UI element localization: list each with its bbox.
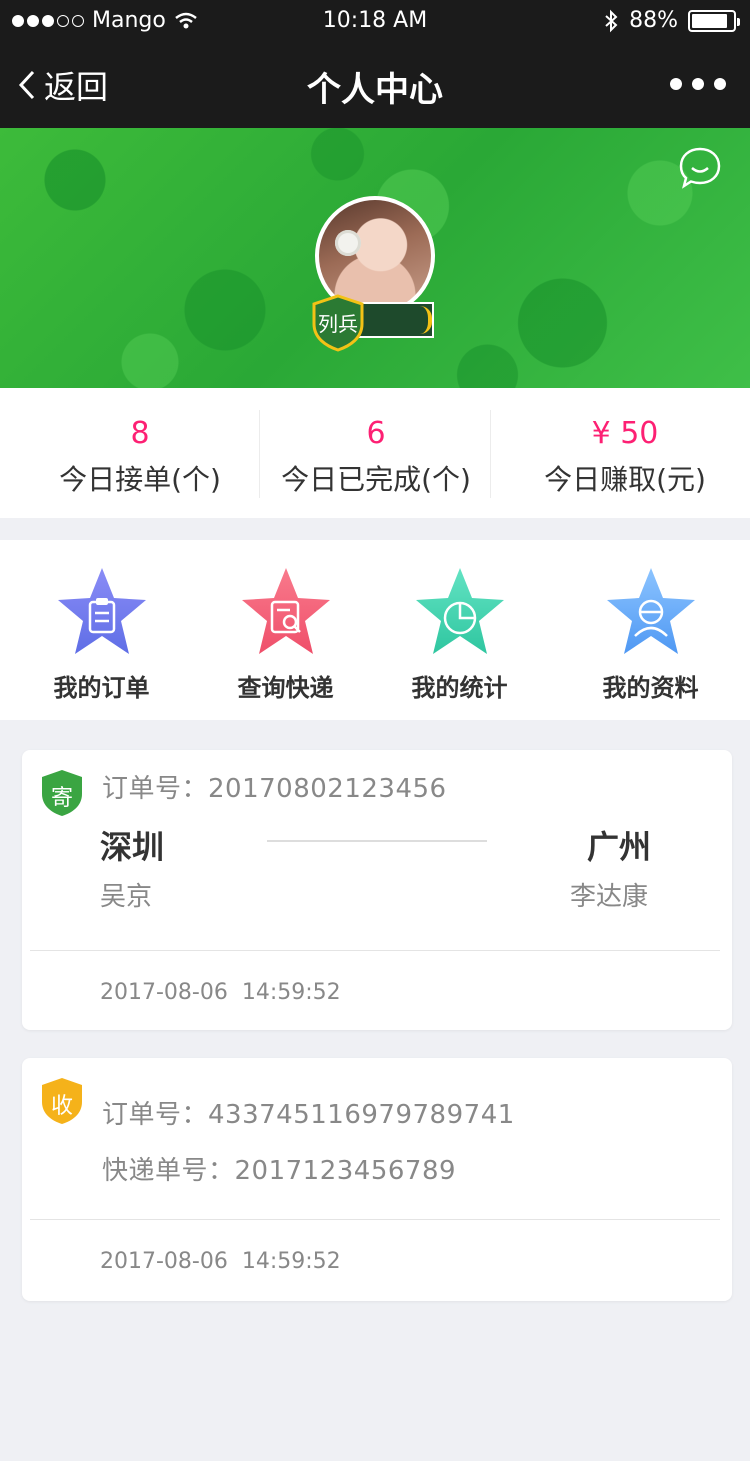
divider bbox=[490, 410, 491, 498]
page-title: 个人中心 bbox=[307, 70, 443, 110]
express-number-row: 快递单号：2017123456789 bbox=[102, 1150, 456, 1187]
order-number: 20170802123456 bbox=[208, 774, 447, 804]
express-number: 2017123456789 bbox=[234, 1156, 457, 1186]
timestamp: 2017-08-06 14:59:52 bbox=[100, 1249, 341, 1274]
more-dot bbox=[714, 78, 726, 90]
nav-bar: 返回 个人中心 bbox=[0, 42, 750, 128]
battery-percent: 88% bbox=[629, 8, 678, 33]
express-label: 快递单号： bbox=[102, 1156, 235, 1186]
menu-item-my-stats[interactable]: 我的统计 bbox=[366, 540, 553, 720]
more-button[interactable] bbox=[670, 78, 726, 90]
menu-grid: 我的订单 查询快递 我的统计 我的资料 bbox=[0, 540, 750, 720]
stat-label: 今日接单(个) bbox=[59, 463, 221, 496]
order-number-row: 订单号：20170802123456 bbox=[102, 768, 447, 805]
order-number: 433745116979789741 bbox=[208, 1100, 515, 1130]
badge-receive: 收 bbox=[40, 1076, 84, 1130]
more-dot bbox=[670, 78, 682, 90]
to-city: 广州 bbox=[587, 828, 652, 866]
stat-completed-today: 6 今日已完成(个) bbox=[256, 388, 496, 518]
order-label: 订单号： bbox=[102, 774, 209, 804]
status-right: 88% bbox=[603, 8, 740, 33]
date: 2017-08-06 bbox=[100, 1249, 228, 1274]
menu-item-my-orders[interactable]: 我的订单 bbox=[8, 540, 195, 720]
menu-label: 我的资料 bbox=[602, 674, 699, 702]
stat-orders-today: 8 今日接单(个) bbox=[20, 388, 260, 518]
search-document-icon bbox=[242, 568, 330, 654]
from-city: 深圳 bbox=[100, 828, 165, 866]
from-person: 吴京 bbox=[100, 882, 153, 912]
route-line bbox=[267, 840, 487, 842]
timestamp: 2017-08-06 14:59:52 bbox=[100, 980, 341, 1005]
stats-panel: 8 今日接单(个) 6 今日已完成(个) ¥ 50 今日赚取(元) bbox=[0, 388, 750, 518]
time: 14:59:52 bbox=[241, 1249, 341, 1274]
order-number-row: 订单号：433745116979789741 bbox=[102, 1094, 515, 1131]
battery-icon bbox=[688, 9, 740, 32]
stat-value: 6 bbox=[366, 416, 386, 451]
top-bar: Mango 10:18 AM 88% 返回 个人中心 bbox=[0, 0, 750, 128]
profile-hero: 列兵 bbox=[0, 128, 750, 388]
status-bar: Mango 10:18 AM 88% bbox=[0, 0, 750, 42]
more-dot bbox=[692, 78, 704, 90]
menu-item-my-profile[interactable]: 我的资料 bbox=[557, 540, 744, 720]
menu-label: 我的订单 bbox=[53, 674, 150, 702]
bluetooth-icon bbox=[605, 9, 618, 32]
rank-badge: 列兵 bbox=[310, 294, 436, 352]
stat-earned-today: ¥ 50 今日赚取(元) bbox=[505, 388, 745, 518]
menu-label: 我的统计 bbox=[411, 674, 508, 702]
stat-value: 8 bbox=[130, 416, 150, 451]
rank-label: 列兵 bbox=[318, 312, 358, 336]
order-label: 订单号： bbox=[102, 1100, 209, 1130]
badge-send: 寄 bbox=[40, 768, 84, 822]
badge-label: 收 bbox=[50, 1094, 73, 1119]
stat-label: 今日已完成(个) bbox=[281, 463, 471, 496]
pie-chart-icon bbox=[416, 568, 504, 654]
stat-label: 今日赚取(元) bbox=[544, 463, 706, 496]
menu-item-track-express[interactable]: 查询快递 bbox=[192, 540, 379, 720]
time: 14:59:52 bbox=[241, 980, 341, 1005]
menu-label: 查询快递 bbox=[237, 674, 334, 702]
order-card[interactable]: 寄 订单号：20170802123456 深圳 广州 吴京 李达康 2017-0… bbox=[22, 750, 732, 1030]
person-icon bbox=[607, 568, 695, 654]
clipboard-icon bbox=[58, 568, 146, 654]
divider bbox=[30, 1219, 720, 1220]
stat-value: ¥ 50 bbox=[591, 416, 659, 451]
order-card[interactable]: 收 订单号：433745116979789741 快递单号：2017123456… bbox=[22, 1058, 732, 1301]
message-icon[interactable] bbox=[678, 146, 722, 190]
divider bbox=[30, 950, 720, 951]
badge-label: 寄 bbox=[50, 786, 73, 811]
to-person: 李达康 bbox=[570, 882, 649, 912]
date: 2017-08-06 bbox=[100, 980, 228, 1005]
